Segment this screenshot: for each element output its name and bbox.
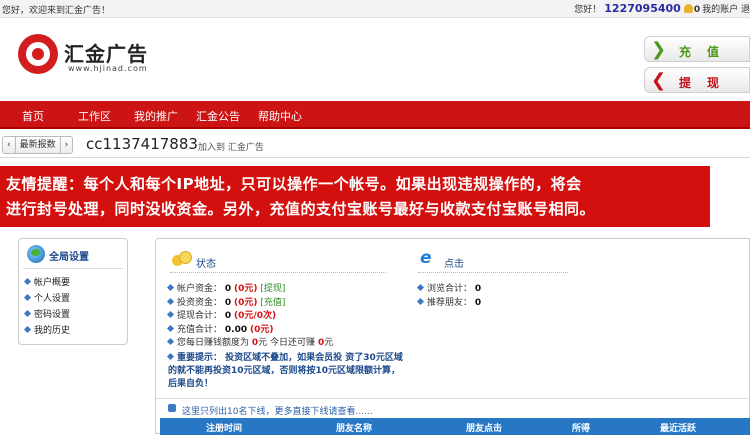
bullet-icon	[23, 309, 32, 318]
coin-icon	[683, 4, 693, 13]
coins-icon	[172, 251, 192, 267]
withdraw-arrow-icon: ❮	[651, 70, 667, 91]
account-overview-panel: 状态 e 点击 帐户资金： 0 (0元) [提现] 投资资金： 0 (0元) […	[155, 238, 750, 435]
settings-panel-title: 全局设置	[49, 252, 89, 263]
breadcrumb: ‹ 最新报数 › cc1137417883 加入到 汇金广告	[0, 132, 750, 158]
withdraw-button[interactable]: ❮ 提现	[644, 67, 750, 93]
bullet-icon	[166, 310, 175, 319]
recharge-label: 充值	[679, 45, 736, 59]
site-logo[interactable]: 汇金广告 www.hjinad.com	[18, 34, 178, 78]
daily-earn-row: 您每日赚钱额度为 0元 今日还可赚 0元	[166, 337, 333, 351]
recharge-total-row: 充值合计： 0.00 (0元)	[166, 324, 333, 338]
refer-friends-row: 推荐朋友： 0	[416, 297, 481, 311]
my-account-link[interactable]: 我的账户	[702, 5, 738, 15]
account-funds-row: 帐户资金： 0 (0元) [提现]	[166, 283, 333, 297]
notice-banner: 友情提醒：每个人和每个IP地址，只可以操作一个帐号。如果出现违规操作的，将会 进…	[0, 166, 710, 227]
logout-link[interactable]: 退	[741, 5, 750, 15]
news-pager: ‹ 最新报数 ›	[2, 136, 74, 154]
globe-icon	[27, 245, 45, 263]
clicks-list: 浏览合计： 0 推荐朋友： 0	[416, 283, 481, 311]
col-register-time: 注册时间	[206, 424, 243, 434]
status-title: 状态	[196, 259, 216, 270]
greeting-text: 您好！	[574, 5, 602, 15]
important-tip: 重要提示： 投资区域不叠加，如果会员投 资了30元区域的就不能再投资10元区域，…	[166, 352, 403, 389]
notice-line-1: 友情提醒：每个人和每个IP地址，只可以操作一个帐号。如果出现违规操作的，将会	[6, 175, 582, 193]
clicks-title: 点击	[444, 259, 464, 270]
bullet-icon	[23, 325, 32, 334]
main-nav: 首页 工作区 我的推广 汇金公告 帮助中心	[0, 101, 750, 129]
nav-workspace[interactable]: 工作区	[78, 108, 111, 124]
nav-help-center[interactable]: 帮助中心	[258, 108, 302, 124]
top-bar: 您好，欢迎来到汇金广告！ 您好！ 1227095400 0 我的账户 退	[0, 0, 750, 18]
bullet-icon	[166, 352, 175, 361]
user-id: 1227095400	[604, 2, 681, 15]
next-button[interactable]: ›	[59, 137, 73, 153]
withdraw-label: 提现	[679, 76, 736, 90]
menu-item-password-settings[interactable]: 密码设置	[23, 307, 70, 320]
status-header: 状态	[170, 249, 386, 273]
join-text: 加入到 汇金广告	[198, 143, 264, 153]
bullet-icon	[166, 324, 175, 332]
prev-button[interactable]: ‹	[3, 137, 15, 153]
downline-hint-link[interactable]: 这里只列出10名下线，更多直接下线请查看......	[182, 404, 373, 417]
menu-item-my-history[interactable]: 我的历史	[23, 323, 70, 336]
browse-total-row: 浏览合计： 0	[416, 283, 481, 297]
logo-text: 汇金广告	[64, 42, 148, 66]
withdraw-total-row: 提现合计： 0 (0元/0次)	[166, 310, 333, 324]
user-icon	[168, 404, 176, 412]
recharge-arrow-icon: ❯	[651, 39, 667, 60]
bullet-icon	[23, 277, 32, 286]
welcome-text: 您好，欢迎来到汇金广告！	[2, 6, 111, 16]
downline-list-bar: 这里只列出10名下线，更多直接下线请查看......	[156, 398, 750, 418]
bullet-icon	[416, 283, 425, 292]
browser-icon: e	[420, 248, 432, 268]
top-account-info: 您好！ 1227095400 0 我的账户 退	[574, 2, 750, 15]
bullet-icon	[416, 297, 425, 305]
settings-menu: 帐户概要 个人设置 密码设置 我的历史	[23, 275, 70, 339]
bullet-icon	[166, 337, 175, 346]
logo-mark-icon	[18, 34, 58, 74]
latest-news-button[interactable]: 最新报数	[14, 137, 60, 153]
logo-url: www.hjinad.com	[68, 64, 148, 73]
username-title: cc1137417883	[86, 135, 198, 153]
nav-home[interactable]: 首页	[22, 108, 44, 124]
notice-line-2: 进行封号处理，同时没收资金。另外，充值的支付宝账号最好与收款支付宝账号相同。	[6, 200, 596, 218]
col-friend-clicks: 朋友点击	[466, 424, 503, 434]
invest-funds-row: 投资资金： 0 (0元) [充值]	[166, 297, 333, 311]
bullet-icon	[166, 283, 175, 292]
col-last-active: 最近活跃	[660, 424, 697, 434]
nav-my-promotion[interactable]: 我的推广	[134, 108, 178, 124]
recharge-link[interactable]: [充值]	[260, 298, 285, 308]
clicks-header: e 点击	[418, 249, 568, 273]
withdraw-link[interactable]: [提现]	[260, 284, 285, 294]
downline-table-header: 注册时间 朋友名称 朋友点击 所得 最近活跃	[160, 418, 750, 435]
settings-panel-header: 全局设置	[23, 245, 123, 269]
col-friend-name: 朋友名称	[336, 424, 373, 434]
bullet-icon	[23, 293, 32, 302]
settings-panel: 全局设置 帐户概要 个人设置 密码设置 我的历史	[18, 238, 128, 345]
balance-value: 0	[693, 5, 701, 15]
nav-announcements[interactable]: 汇金公告	[196, 108, 240, 124]
col-earnings: 所得	[572, 424, 591, 434]
menu-item-personal-settings[interactable]: 个人设置	[23, 291, 70, 304]
bullet-icon	[166, 297, 175, 305]
status-list: 帐户资金： 0 (0元) [提现] 投资资金： 0 (0元) [充值] 提现合计…	[166, 283, 333, 351]
recharge-button[interactable]: ❯ 充值	[644, 36, 750, 62]
menu-item-account-summary[interactable]: 帐户概要	[23, 275, 70, 288]
